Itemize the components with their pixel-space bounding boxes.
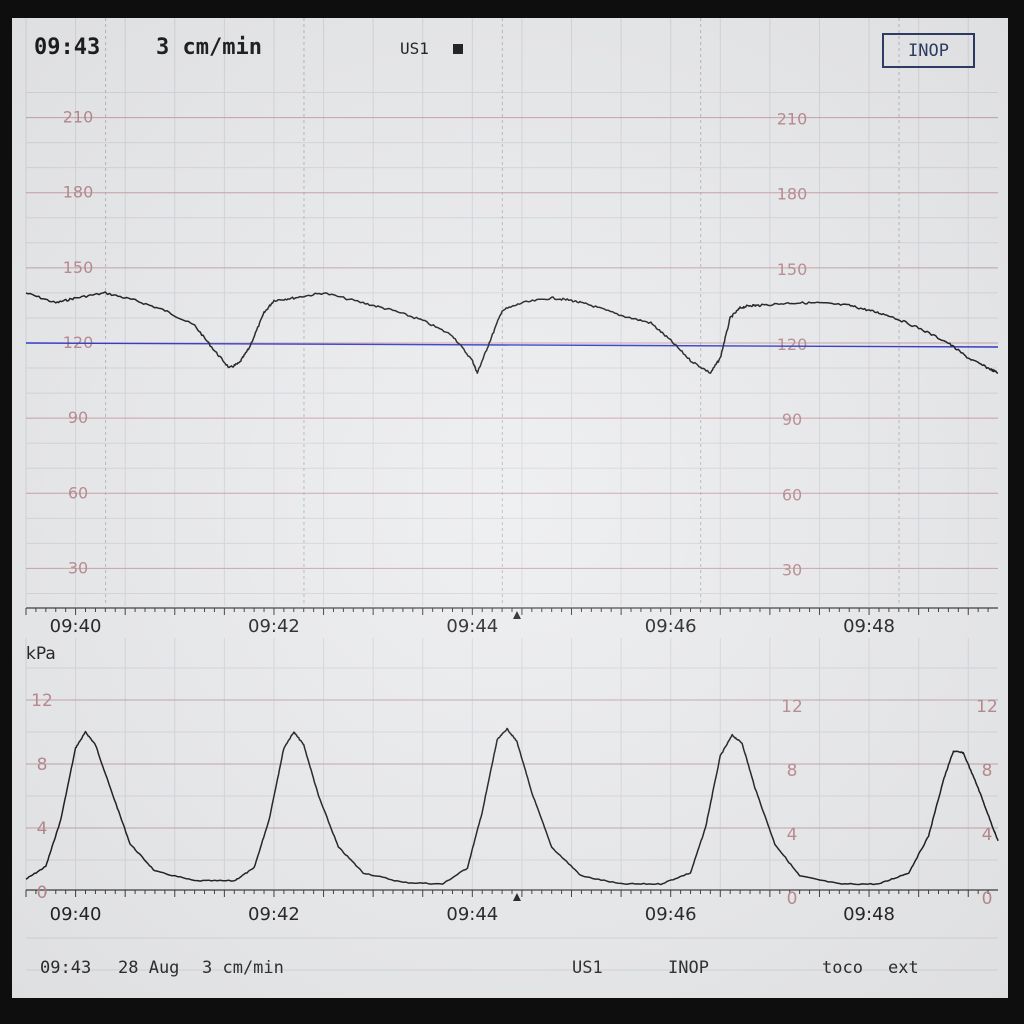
fhr-scale-label-left: 90: [68, 408, 88, 427]
time-label: 09:46: [645, 616, 697, 637]
ua-scale-label-mid: 0: [787, 889, 798, 909]
fetal-monitor-screen: 30 30 60 60 90 90 120 120 150 150 180 180 210 210 09:4…: [12, 18, 1008, 998]
fhr-scale-label-left: 210: [63, 108, 94, 127]
ua-scale-label-left: 0: [37, 883, 48, 903]
ua-scale-label-right: 4: [982, 825, 993, 845]
fhr-scale-label-right: 30: [782, 560, 802, 579]
ua-scale-label-left: 12: [31, 691, 53, 711]
header-time: 09:43: [34, 35, 101, 60]
fhr-scale-label-right: 120: [777, 335, 808, 354]
ua-trace: [25, 727, 999, 886]
fhr-scale-label-left: 30: [68, 558, 88, 577]
time-label: 09:46: [645, 904, 697, 925]
fhr-trace: [25, 291, 999, 374]
ua-scale-label-right: 0: [982, 889, 993, 909]
ua-scale-label-right: 12: [976, 697, 998, 717]
ua-scale-label-mid: 4: [787, 825, 798, 845]
ua-scale-label-mid: 12: [781, 697, 803, 717]
ua-scale-label-right: 8: [982, 761, 993, 781]
ua-scale-label-left: 4: [37, 819, 48, 839]
time-label: 09:44: [446, 904, 498, 925]
fhr-scale-label-right: 60: [782, 485, 802, 504]
ua-scale-label-left: 8: [37, 755, 48, 775]
inop-button[interactable]: INOP: [882, 33, 975, 68]
fhr-scale-label-right: 150: [777, 260, 808, 279]
event-marker-icon: [512, 893, 521, 901]
fhr-scale-label-right: 210: [777, 110, 808, 129]
time-label: 09:42: [248, 904, 300, 925]
footer-date: 28 Aug: [118, 958, 180, 978]
baseline-line: [25, 342, 999, 348]
fhr-scale-label-right: 90: [782, 410, 802, 429]
fhr-scale-label-left: 180: [63, 183, 94, 202]
footer-paper-speed: 3 cm/min: [202, 958, 284, 978]
ctg-recording: 30 3060 6090 90120 120150 150180 180210 21009:4…: [25, 18, 999, 971]
filled-square-icon: [453, 44, 463, 54]
time-label: 09:44: [446, 616, 498, 637]
footer-transducer: US1: [572, 958, 603, 978]
ua-unit-label: kPa: [26, 644, 56, 664]
footer-time: 09:43: [40, 958, 92, 978]
time-label: 09:48: [843, 616, 895, 637]
fhr-scale-label-left: 60: [68, 483, 88, 502]
ua-scale-label-mid: 8: [787, 761, 798, 781]
fhr-scale-label-right: 180: [777, 185, 808, 204]
event-marker-icon: [512, 611, 521, 619]
time-label: 09:42: [248, 616, 300, 637]
footer-ext-label: ext: [888, 958, 919, 978]
time-label: 09:40: [50, 616, 102, 637]
footer-toco-label: toco: [822, 958, 863, 978]
header-transducer: US1: [400, 39, 429, 58]
fhr-scale-label-left: 150: [63, 258, 94, 277]
time-label: 09:40: [50, 904, 102, 925]
footer-status: INOP: [668, 958, 709, 978]
header-paper-speed: 3 cm/min: [156, 35, 262, 60]
time-label: 09:48: [843, 904, 895, 925]
